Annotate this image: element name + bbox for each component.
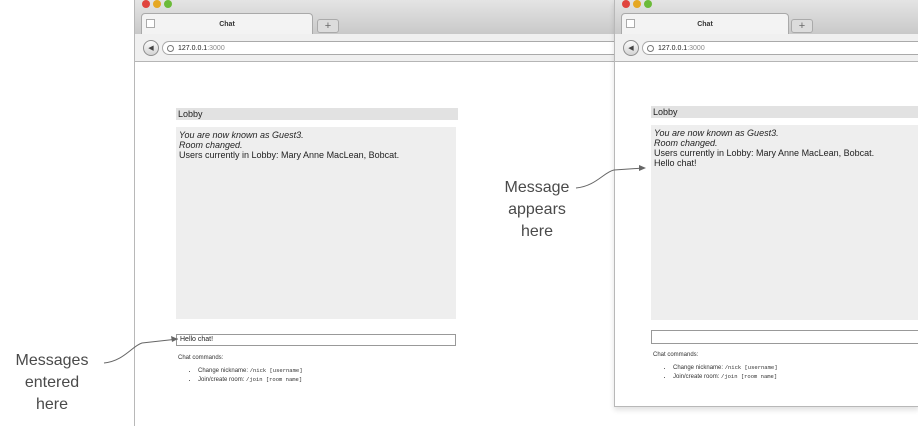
arrowhead-left-icon	[171, 336, 178, 342]
callout-line-left	[103, 338, 179, 364]
callout-messages-entered: Messages entered here	[2, 350, 102, 416]
callout-text: appears	[508, 201, 566, 218]
callout-text: entered	[24, 374, 80, 391]
callout-line-right	[575, 167, 645, 189]
callout-text: Message	[504, 179, 570, 196]
callout-lines	[103, 165, 646, 364]
callout-text: here	[35, 396, 69, 413]
callout-message-appears: Message appears here	[492, 177, 582, 243]
arrowhead-right-icon	[639, 165, 646, 171]
callout-text: here	[520, 223, 554, 240]
callout-text: Messages	[15, 352, 89, 369]
